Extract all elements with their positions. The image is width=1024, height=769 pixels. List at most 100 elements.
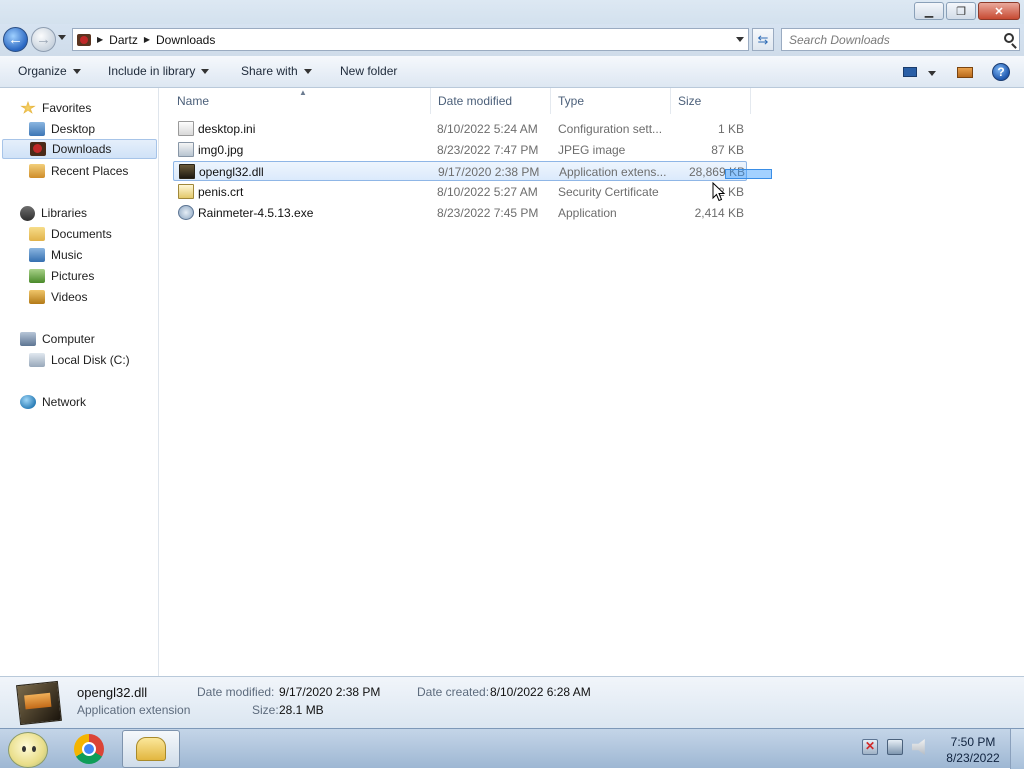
navigation-bar: ← → ▶ Dartz ▶ Downloads ⇆ <box>0 24 1024 56</box>
file-type: Configuration sett... <box>558 122 663 136</box>
favorites-star-icon <box>20 101 36 114</box>
preview-pane-icon[interactable] <box>957 67 973 78</box>
nav-label: Downloads <box>52 142 112 156</box>
column-label: Name <box>177 94 210 108</box>
file-row[interactable]: img0.jpg 8/23/2022 7:47 PM JPEG image 87… <box>173 140 747 160</box>
file-name: desktop.ini <box>198 122 256 136</box>
nav-videos[interactable]: Videos <box>0 287 157 307</box>
libraries-icon <box>20 205 35 221</box>
nav-local-disk[interactable]: Local Disk (C:) <box>0 350 157 370</box>
taskbar-explorer[interactable] <box>122 730 180 768</box>
details-size-value: 28.1 MB <box>279 703 324 717</box>
taskbar: 7:50 PM 8/23/2022 <box>0 728 1024 769</box>
file-type: JPEG image <box>558 143 626 157</box>
file-date: 8/23/2022 7:45 PM <box>437 206 539 220</box>
change-view-icon[interactable] <box>903 67 917 77</box>
downloads-folder-icon <box>77 33 91 46</box>
nav-pictures[interactable]: Pictures <box>0 266 157 286</box>
address-bar[interactable]: ▶ Dartz ▶ Downloads <box>72 28 749 51</box>
file-name: img0.jpg <box>198 143 244 157</box>
documents-icon <box>29 227 45 241</box>
arrow-right-icon: → <box>36 31 51 48</box>
address-dropdown-icon[interactable] <box>736 37 744 42</box>
column-label: Size <box>678 94 702 108</box>
nav-label: Computer <box>42 332 95 346</box>
file-date: 8/10/2022 5:24 AM <box>437 122 538 136</box>
nav-downloads[interactable]: Downloads <box>2 139 157 159</box>
maximize-button[interactable]: ❐ <box>946 2 976 20</box>
nav-favorites[interactable]: Favorites <box>20 98 157 118</box>
column-header-date-modified[interactable]: Date modified <box>431 88 551 114</box>
file-row-selected[interactable]: opengl32.dll 9/17/2020 2:38 PM Applicati… <box>173 161 747 181</box>
nav-music[interactable]: Music <box>0 245 157 265</box>
back-button[interactable]: ← <box>3 27 28 52</box>
file-row[interactable]: penis.crt 8/10/2022 5:27 AM Security Cer… <box>173 182 747 202</box>
search-icon[interactable] <box>1004 33 1014 43</box>
folder-icon <box>136 737 166 761</box>
details-modified-label: Date modified: <box>197 685 275 699</box>
file-name: opengl32.dll <box>199 165 264 179</box>
details-pane: opengl32.dll Application extension Date … <box>0 676 1024 728</box>
window-controls: ▁ ❐ ✕ <box>912 2 1020 20</box>
nav-libraries[interactable]: Libraries <box>20 203 157 223</box>
column-header-size[interactable]: Size <box>671 88 751 114</box>
view-options-dropdown-icon[interactable] <box>928 71 936 76</box>
file-size: 1 KB <box>717 122 744 136</box>
dll-file-icon <box>179 164 195 179</box>
breadcrumb-separator-icon[interactable]: ▶ <box>97 35 103 44</box>
nav-label: Libraries <box>41 206 88 220</box>
file-type: Application extens... <box>559 165 667 179</box>
close-button[interactable]: ✕ <box>978 2 1020 20</box>
pictures-icon <box>29 269 45 283</box>
include-in-library-button[interactable]: Include in library <box>108 64 210 78</box>
nav-network[interactable]: Network <box>20 392 157 412</box>
network-status-icon[interactable] <box>887 739 903 755</box>
start-button[interactable] <box>8 732 48 768</box>
help-icon[interactable]: ? <box>992 63 1010 81</box>
breadcrumb-downloads[interactable]: Downloads <box>156 33 215 47</box>
nav-documents[interactable]: Documents <box>0 224 157 244</box>
nav-recent-places[interactable]: Recent Places <box>0 161 157 181</box>
details-file-kind: Application extension <box>77 703 191 717</box>
search-box[interactable] <box>781 28 1020 51</box>
organize-button[interactable]: Organize <box>18 64 81 78</box>
hard-disk-icon <box>29 353 45 367</box>
share-with-label: Share with <box>241 64 298 78</box>
nav-label: Network <box>42 395 87 409</box>
file-date: 9/17/2020 2:38 PM <box>438 165 540 179</box>
refresh-button[interactable]: ⇆ <box>752 28 774 51</box>
mouse-cursor-icon <box>712 182 726 202</box>
file-date: 8/23/2022 7:47 PM <box>437 143 539 157</box>
volume-icon[interactable] <box>912 739 925 755</box>
taskbar-chrome[interactable] <box>60 730 118 768</box>
config-file-icon <box>178 121 194 136</box>
file-size: 2,414 KB <box>694 206 744 220</box>
share-with-button[interactable]: Share with <box>241 64 312 78</box>
file-size: 2 KB <box>717 185 744 199</box>
history-dropdown-icon[interactable] <box>58 35 66 40</box>
application-file-icon <box>178 205 194 220</box>
nav-desktop[interactable]: Desktop <box>0 119 157 139</box>
show-desktop-button[interactable] <box>1010 729 1024 769</box>
action-center-icon[interactable] <box>862 739 878 755</box>
search-input[interactable] <box>782 29 992 50</box>
new-folder-button[interactable]: New folder <box>340 64 397 78</box>
nav-computer[interactable]: Computer <box>20 329 157 349</box>
details-modified-value: 9/17/2020 2:38 PM <box>279 685 381 699</box>
file-name: penis.crt <box>198 185 244 199</box>
column-header-type[interactable]: Type <box>551 88 671 114</box>
command-bar: Organize Include in library Share with N… <box>0 56 1024 88</box>
forward-button[interactable]: → <box>31 27 56 52</box>
clock[interactable]: 7:50 PM 8/23/2022 <box>944 734 1002 766</box>
breadcrumb-separator-icon[interactable]: ▶ <box>144 35 150 44</box>
include-in-library-label: Include in library <box>108 64 196 78</box>
file-row[interactable]: desktop.ini 8/10/2022 5:24 AM Configurat… <box>173 119 747 139</box>
network-icon <box>20 395 36 409</box>
file-row[interactable]: Rainmeter-4.5.13.exe 8/23/2022 7:45 PM A… <box>173 203 747 223</box>
organize-label: Organize <box>18 64 67 78</box>
file-thumbnail-icon <box>16 680 62 726</box>
details-created-value: 8/10/2022 6:28 AM <box>490 685 591 699</box>
minimize-button[interactable]: ▁ <box>914 2 944 20</box>
recent-places-icon <box>29 164 45 178</box>
breadcrumb-dartz[interactable]: Dartz <box>109 33 138 47</box>
